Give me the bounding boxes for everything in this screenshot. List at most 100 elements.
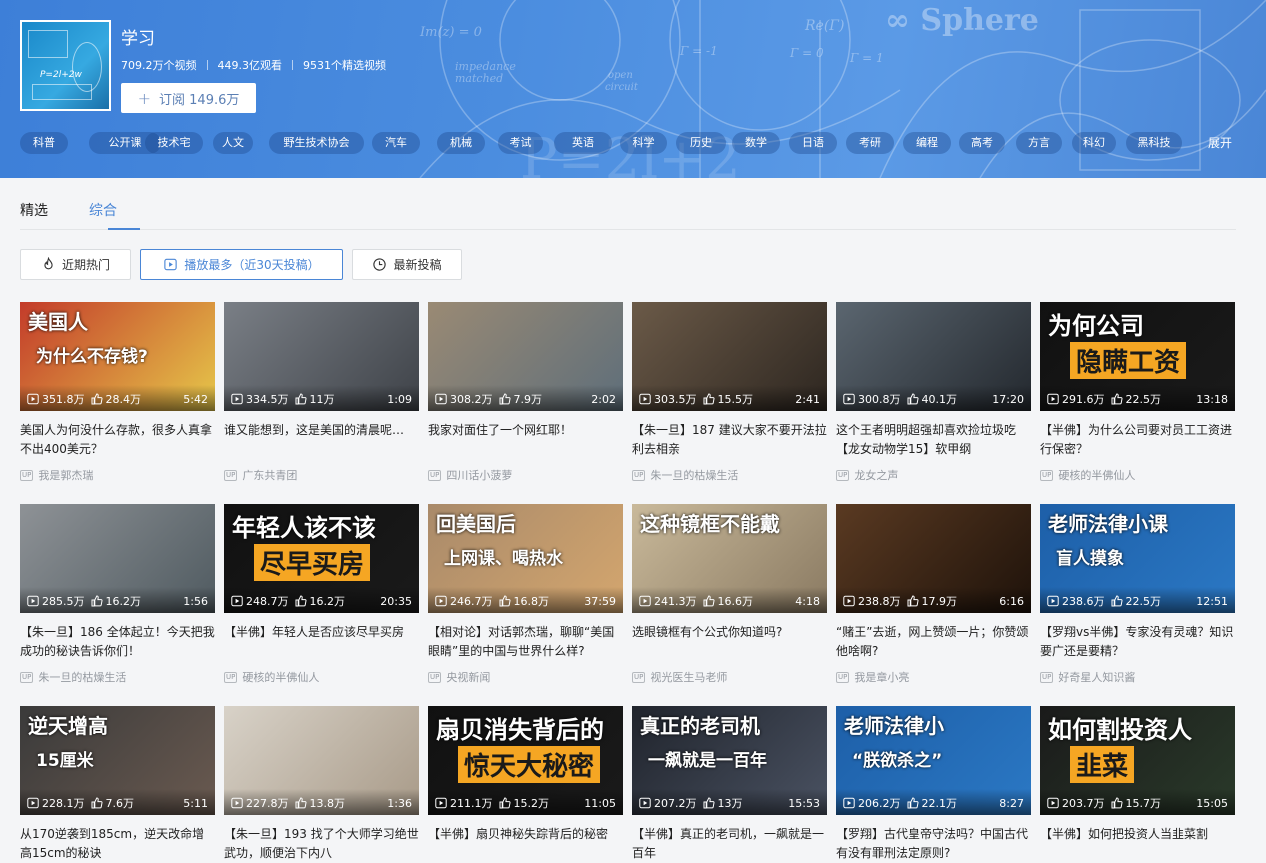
video-card[interactable]: 逆天增高 15厘米 228.1万 7.6万 5:11 从170逆袭到185cm，逆天改命增…	[20, 706, 215, 863]
video-title[interactable]: 【朱一旦】193 找了个大师学习绝世武功，顺便治下内八	[224, 825, 419, 863]
video-thumbnail[interactable]: 227.8万 13.8万 1:36	[224, 706, 419, 815]
tag-item[interactable]: 英语	[554, 132, 612, 154]
video-thumbnail[interactable]: 扇贝消失背后的 惊天大秘密 211.1万 15.2万 11:05	[428, 706, 623, 815]
filter-most-played-button[interactable]: 播放最多（近30天投稿）	[140, 249, 343, 280]
video-title[interactable]: 【半佛】真正的老司机，一飙就是一百年	[632, 825, 827, 863]
uploader[interactable]: UP 央视新闻	[428, 669, 623, 685]
tag-item[interactable]: 方言	[1016, 132, 1062, 154]
video-thumbnail[interactable]: 回美国后 上网课、喝热水 246.7万 16.8万 37:59	[428, 504, 623, 613]
video-title[interactable]: 从170逆袭到185cm，逆天改命增高15cm的秘诀	[20, 825, 215, 863]
tag-item[interactable]: 机械	[437, 132, 485, 154]
video-title[interactable]: 美国人为何没什么存款，很多人真拿不出400美元？	[20, 421, 215, 459]
uploader[interactable]: UP 我是章小亮	[836, 669, 1031, 685]
video-thumbnail[interactable]: 308.2万 7.9万 2:02	[428, 302, 623, 411]
video-card[interactable]: 为何公司 隐瞒工资 291.6万 22.5万 13:18 【半佛】为什么公司要对员工工资进…	[1040, 302, 1235, 483]
video-thumbnail[interactable]: 如何割投资人 韭菜 203.7万 15.7万 15:05	[1040, 706, 1235, 815]
video-stats: 246.7万 16.8万 37:59	[435, 593, 616, 609]
video-card[interactable]: 老师法律小课 盲人摸象 238.6万 22.5万 12:51 【罗翔vs半佛】专家没有灵魂…	[1040, 504, 1235, 685]
video-card[interactable]: 334.5万 11万 1:09 谁又能想到，这是美国的清晨呢… UP 广东共青团	[224, 302, 419, 483]
video-card[interactable]: 227.8万 13.8万 1:36 【朱一旦】193 找了个大师学习绝世武功，顺便治下…	[224, 706, 419, 863]
video-thumbnail[interactable]: 这种镜框不能戴 241.3万 16.6万 4:18	[632, 504, 827, 613]
video-thumbnail[interactable]: 逆天增高 15厘米 228.1万 7.6万 5:11	[20, 706, 215, 815]
uploader[interactable]: UP 朱一旦的枯燥生活	[20, 669, 215, 685]
video-title[interactable]: 【半佛】扇贝神秘失踪背后的秘密	[428, 825, 623, 863]
video-title[interactable]: 【半佛】年轻人是否应该尽早买房	[224, 623, 419, 661]
filter-recent-hot-button[interactable]: 近期热门	[20, 249, 131, 280]
tag-item[interactable]: 科幻	[1072, 132, 1116, 154]
uploader[interactable]: UP 视光医生马老师	[632, 669, 827, 685]
video-card[interactable]: 303.5万 15.5万 2:41 【朱一旦】187 建议大家不要开法拉利去相亲 UP 朱…	[632, 302, 827, 483]
video-stats: 227.8万 13.8万 1:36	[231, 795, 412, 811]
video-title[interactable]: 选眼镜框有个公式你知道吗?	[632, 623, 827, 661]
tag-item[interactable]: 野生技术协会	[269, 132, 364, 154]
video-title[interactable]: 【半佛】如何把投资人当韭菜割	[1040, 825, 1235, 863]
video-card[interactable]: 300.8万 40.1万 17:20 这个王者明明超强却喜欢捡垃圾吃【龙女动物学15】…	[836, 302, 1031, 483]
tag-item[interactable]: 科学	[620, 132, 667, 154]
video-title[interactable]: “赌王”去逝，网上赞颂一片；你赞颂他啥啊?	[836, 623, 1031, 661]
video-thumbnail[interactable]: 300.8万 40.1万 17:20	[836, 302, 1031, 411]
tag-item[interactable]: 数学	[732, 132, 780, 154]
tag-item[interactable]: 高考	[959, 132, 1005, 154]
like-count: 7.6万	[105, 797, 135, 810]
video-thumbnail[interactable]: 老师法律小课 盲人摸象 238.6万 22.5万 12:51	[1040, 504, 1235, 613]
uploader[interactable]: UP 我是郭杰瑞	[20, 467, 215, 483]
video-title[interactable]: 【朱一旦】187 建议大家不要开法拉利去相亲	[632, 421, 827, 459]
video-card[interactable]: 如何割投资人 韭菜 203.7万 15.7万 15:05 【半佛】如何把投资人当韭菜割	[1040, 706, 1235, 863]
tag-item[interactable]: 考试	[498, 132, 543, 154]
tag-item[interactable]: 编程	[903, 132, 951, 154]
video-card[interactable]: 扇贝消失背后的 惊天大秘密 211.1万 15.2万 11:05 【半佛】扇贝神秘失踪背后…	[428, 706, 623, 863]
like-icon	[295, 595, 307, 607]
tag-item[interactable]: 日语	[789, 132, 837, 154]
tab-featured[interactable]: 精选	[20, 200, 48, 220]
uploader[interactable]: UP 硬核的半佛仙人	[224, 669, 419, 685]
video-title[interactable]: 【朱一旦】186 全体起立！今天把我成功的秘诀告诉你们！	[20, 623, 215, 661]
video-card[interactable]: 这种镜框不能戴 241.3万 16.6万 4:18 选眼镜框有个公式你知道吗? UP 视光医…	[632, 504, 827, 685]
video-card[interactable]: 308.2万 7.9万 2:02 我家对面住了一个网红耶！ UP 四川话小菠萝	[428, 302, 623, 483]
thumbnail-caption: 真正的老司机	[640, 714, 760, 738]
uploader[interactable]: UP 广东共青团	[224, 467, 419, 483]
video-thumbnail[interactable]: 285.5万 16.2万 1:56	[20, 504, 215, 613]
video-thumbnail[interactable]: 238.8万 17.9万 6:16	[836, 504, 1031, 613]
tag-item[interactable]: 黑科技	[1126, 132, 1182, 154]
video-thumbnail[interactable]: 老师法律小 “朕欲杀之” 206.2万 22.1万 8:27	[836, 706, 1031, 815]
subscribe-button[interactable]: + 订阅 149.6万	[121, 83, 256, 113]
tag-item[interactable]: 历史	[676, 132, 726, 154]
video-title[interactable]: 【半佛】为什么公司要对员工工资进行保密？	[1040, 421, 1235, 459]
tag-item[interactable]: 科普	[20, 132, 68, 154]
video-thumbnail[interactable]: 真正的老司机 一飙就是一百年 207.2万 13万 15:53	[632, 706, 827, 815]
thumbnail-caption: 美国人	[28, 310, 88, 334]
video-card[interactable]: 年轻人该不该 尽早买房 248.7万 16.2万 20:35 【半佛】年轻人是否应该尽早买…	[224, 504, 419, 685]
expand-tags-button[interactable]: 展开	[1208, 132, 1232, 154]
tag-item[interactable]: 技术宅	[145, 132, 203, 154]
video-title[interactable]: 【罗翔】古代皇帝守法吗？中国古代有没有罪刑法定原则?	[836, 825, 1031, 863]
video-thumbnail[interactable]: 美国人 为什么不存钱? 351.8万 28.4万 5:42	[20, 302, 215, 411]
video-card[interactable]: 238.8万 17.9万 6:16 “赌王”去逝，网上赞颂一片；你赞颂他啥啊? UP 我是…	[836, 504, 1031, 685]
video-card[interactable]: 回美国后 上网课、喝热水 246.7万 16.8万 37:59 【相对论】对话郭杰瑞，聊聊…	[428, 504, 623, 685]
video-card[interactable]: 285.5万 16.2万 1:56 【朱一旦】186 全体起立！今天把我成功的秘诀告诉…	[20, 504, 215, 685]
tab-all[interactable]: 综合	[89, 200, 117, 220]
play-count-icon	[231, 595, 243, 607]
video-stats: 303.5万 15.5万 2:41	[639, 391, 820, 407]
uploader[interactable]: UP 硬核的半佛仙人	[1040, 467, 1235, 483]
uploader[interactable]: UP 好奇星人知识酱	[1040, 669, 1235, 685]
video-title[interactable]: 这个王者明明超强却喜欢捡垃圾吃【龙女动物学15】软甲纲	[836, 421, 1031, 459]
tag-item[interactable]: 考研	[846, 132, 894, 154]
video-card[interactable]: 美国人 为什么不存钱? 351.8万 28.4万 5:42 美国人为何没什么存款，很多人真…	[20, 302, 215, 483]
video-title[interactable]: 谁又能想到，这是美国的清晨呢…	[224, 421, 419, 459]
uploader[interactable]: UP 龙女之声	[836, 467, 1031, 483]
video-card[interactable]: 真正的老司机 一飙就是一百年 207.2万 13万 15:53 【半佛】真正的老司机，一飙…	[632, 706, 827, 863]
video-thumbnail[interactable]: 年轻人该不该 尽早买房 248.7万 16.2万 20:35	[224, 504, 419, 613]
like-stat: 16.2万	[295, 593, 345, 609]
video-title[interactable]: 【罗翔vs半佛】专家没有灵魂？知识要广还是要精？	[1040, 623, 1235, 661]
filter-latest-button[interactable]: 最新投稿	[352, 249, 462, 280]
video-title[interactable]: 我家对面住了一个网红耶！	[428, 421, 623, 459]
video-card[interactable]: 老师法律小 “朕欲杀之” 206.2万 22.1万 8:27 【罗翔】古代皇帝守法吗？中国…	[836, 706, 1031, 863]
uploader[interactable]: UP 四川话小菠萝	[428, 467, 623, 483]
video-thumbnail[interactable]: 为何公司 隐瞒工资 291.6万 22.5万 13:18	[1040, 302, 1235, 411]
tag-item[interactable]: 汽车	[372, 132, 420, 154]
video-thumbnail[interactable]: 334.5万 11万 1:09	[224, 302, 419, 411]
tag-item[interactable]: 人文	[213, 132, 253, 154]
video-thumbnail[interactable]: 303.5万 15.5万 2:41	[632, 302, 827, 411]
uploader[interactable]: UP 朱一旦的枯燥生活	[632, 467, 827, 483]
video-title[interactable]: 【相对论】对话郭杰瑞，聊聊“美国眼睛”里的中国与世界什么样?	[428, 623, 623, 661]
